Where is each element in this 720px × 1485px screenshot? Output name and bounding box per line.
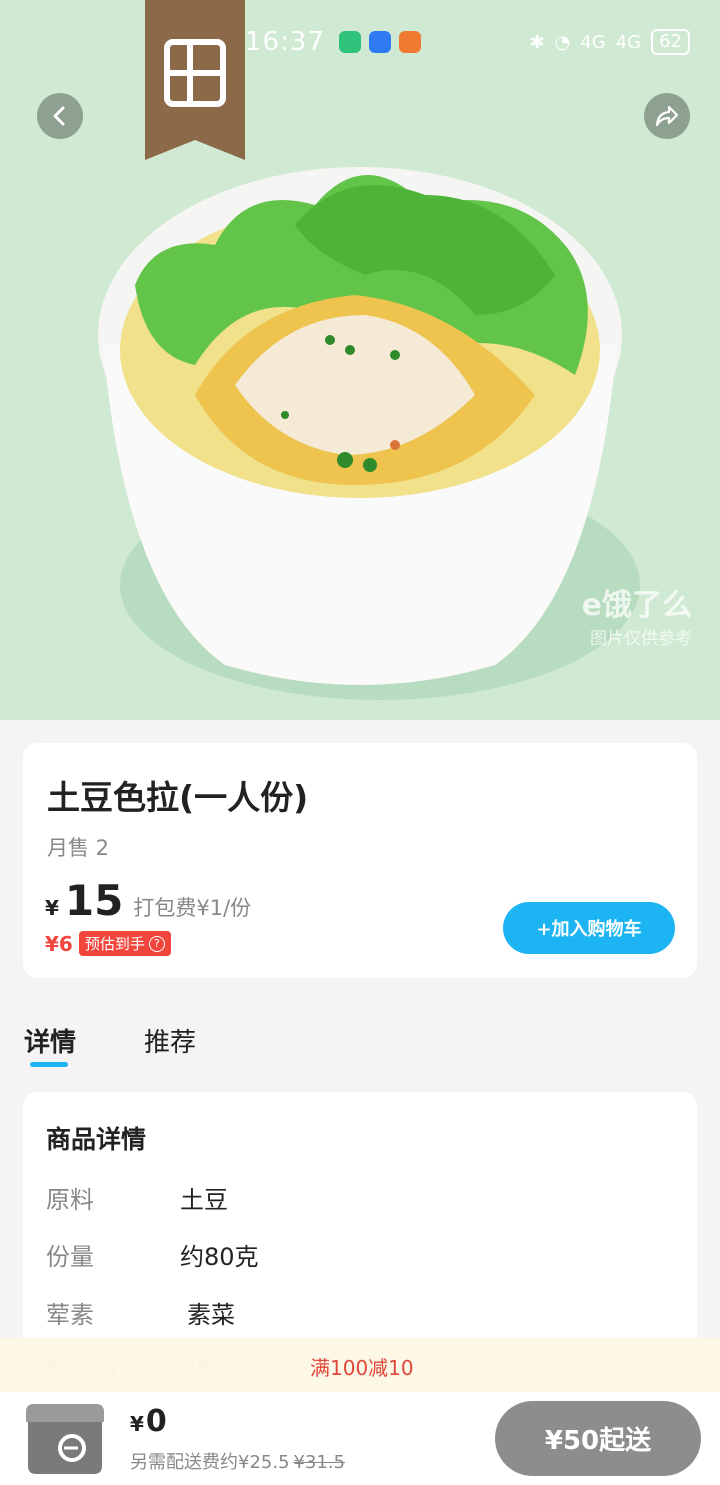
cart-currency: ¥ (130, 1412, 144, 1436)
cart-icon[interactable] (20, 1398, 110, 1478)
message-app-icon (338, 31, 361, 53)
wifi-icon: ◔ (554, 31, 571, 53)
watermark-brand: e饿了么 (581, 588, 692, 623)
game-app-icon (398, 31, 421, 53)
detail-key-portion: 份量 (46, 1243, 94, 1271)
estimated-price-row: ¥6 预估到手 ? (45, 931, 171, 956)
status-bar: 16:37 ✱ ◔ 4G 4G 62 (245, 24, 690, 60)
delivery-original-fee: ¥31.5 (293, 1452, 346, 1473)
salad-cup-illustration (98, 167, 622, 685)
detail-value-ingredients: 土豆 (180, 1186, 228, 1214)
detail-value-type: 素菜 (187, 1301, 235, 1329)
monthly-sales: 月售 2 (47, 836, 110, 860)
tab-details[interactable]: 详情 (24, 1022, 76, 1059)
signal-2-icon: 4G (615, 31, 642, 53)
price-currency: ¥ (45, 896, 59, 920)
share-button[interactable] (644, 93, 690, 139)
watermark-note: 图片仅供参考 (590, 629, 692, 649)
back-button[interactable] (37, 93, 83, 139)
delivery-fee: 另需配送费约¥25.5 ¥31.5 (130, 1448, 345, 1474)
product-image: 16:37 ✱ ◔ 4G 4G 62 e饿了么 图片仅供参考 (0, 0, 720, 720)
estimated-label: 预估到手 (84, 935, 145, 953)
battery-icon: 62 (651, 29, 690, 55)
promo-text: 满100减10 (310, 1356, 414, 1380)
cart-total: ¥ 0 (130, 1404, 167, 1439)
price-row: ¥ 15 打包费¥1/份 (45, 876, 251, 925)
min-order-button[interactable]: ¥50起送 (495, 1401, 701, 1476)
bluetooth-icon: ✱ (529, 31, 545, 53)
packing-fee: 打包费¥1/份 (133, 896, 252, 920)
details-section-title: 商品详情 (46, 1125, 147, 1154)
estimated-price: ¥6 (45, 931, 73, 956)
chevron-left-icon (53, 106, 65, 126)
product-title: 土豆色拉(一人份) (47, 778, 309, 817)
cart-amount: 0 (145, 1404, 167, 1439)
tab-active-indicator (30, 1062, 68, 1067)
status-time: 16:37 (245, 27, 325, 57)
download-app-icon (368, 31, 391, 53)
image-watermark: e饿了么 图片仅供参考 (582, 580, 692, 649)
product-info-card: 土豆色拉(一人份) 月售 2 ¥ 15 打包费¥1/份 ¥6 预估到手 ? +加… (23, 743, 697, 978)
share-icon (655, 105, 679, 127)
tab-recommend[interactable]: 推荐 (144, 1022, 196, 1059)
question-icon: ? (148, 935, 165, 952)
detail-value-portion: 约80克 (180, 1243, 259, 1271)
estimated-badge[interactable]: 预估到手 ? (78, 931, 171, 956)
signal-1-icon: 4G (580, 31, 606, 53)
add-to-cart-button[interactable]: +加入购物车 (503, 902, 675, 954)
detail-key-ingredients: 原料 (46, 1186, 94, 1214)
detail-key-type: 荤素 (46, 1301, 94, 1329)
product-price: 15 (64, 876, 124, 925)
delivery-note: 另需配送费约¥25.5 (130, 1452, 290, 1473)
brand-logo-banner (145, 0, 245, 160)
